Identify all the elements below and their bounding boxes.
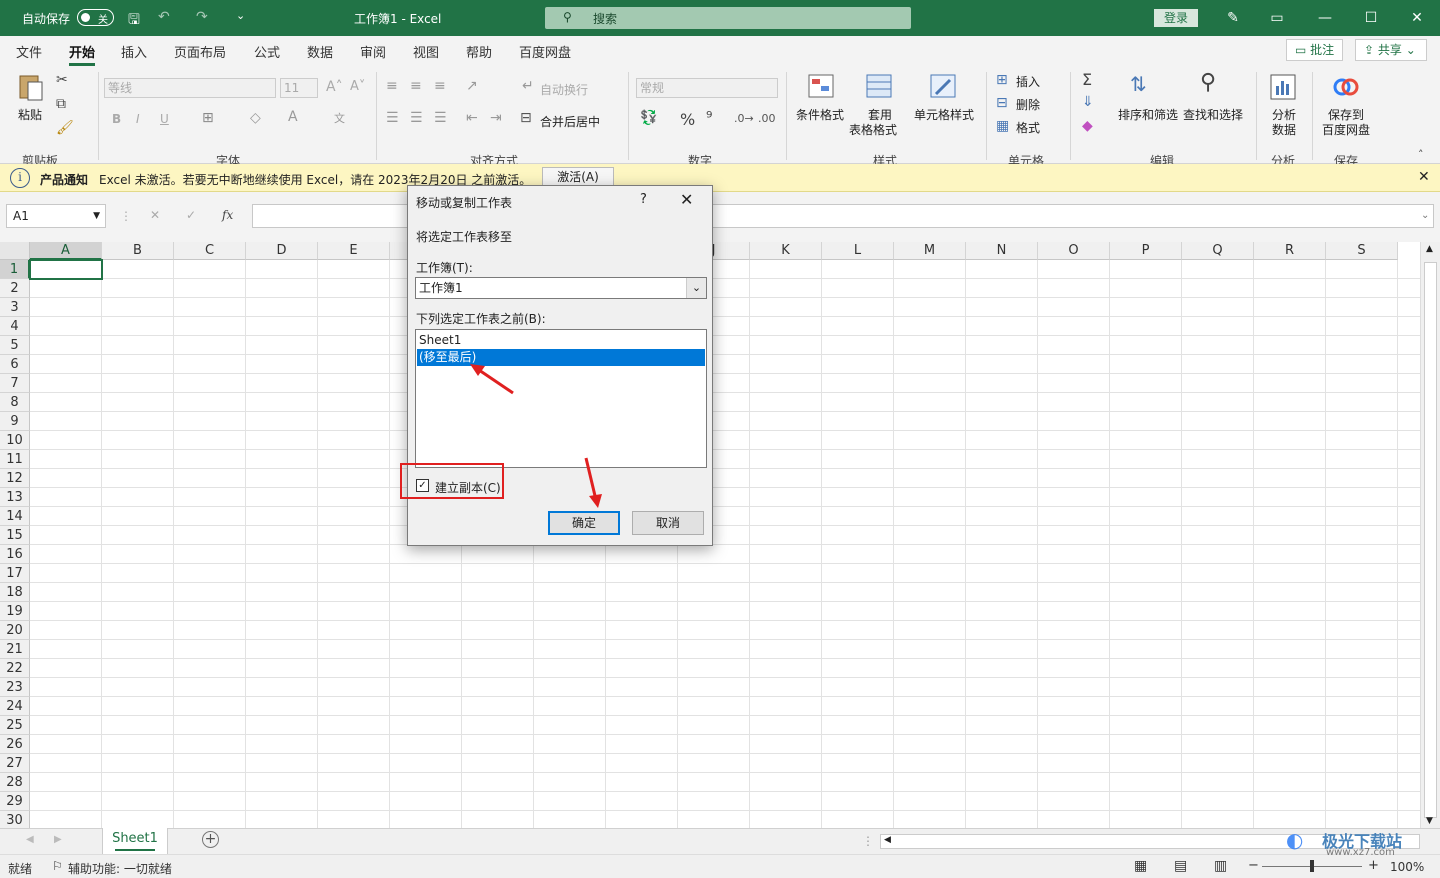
annotation-arrows: [470, 364, 602, 508]
annotation-arrow-head: [589, 494, 602, 508]
annotation-arrow: [475, 366, 514, 395]
annotation-arrow: [584, 457, 598, 501]
watermark: ◐ 极光下载站 www.xz7.com: [1286, 826, 1436, 858]
watermark-url: www.xz7.com: [1326, 847, 1395, 858]
watermark-logo-icon: ◐: [1286, 828, 1304, 852]
